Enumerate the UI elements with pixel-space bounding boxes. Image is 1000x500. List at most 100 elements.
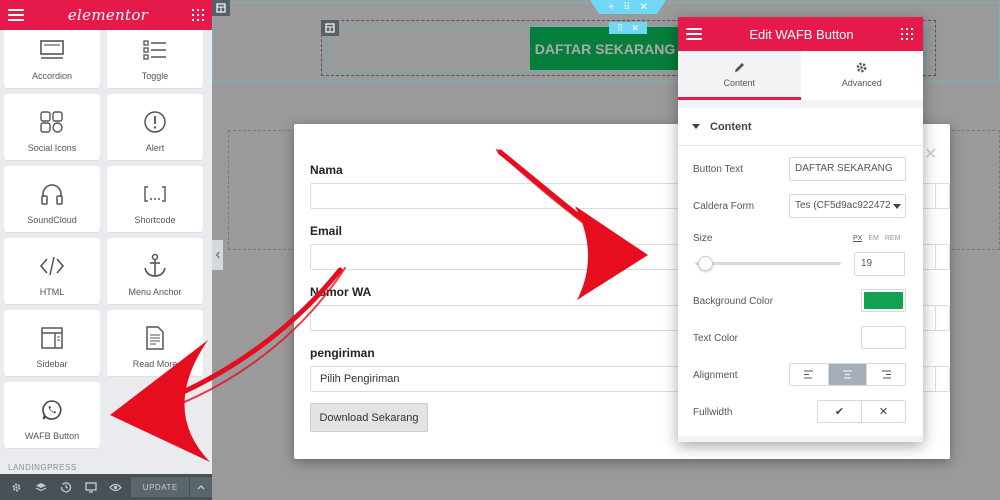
widgets-grid-icon[interactable]	[901, 28, 913, 40]
update-button[interactable]: UPDATE	[131, 477, 190, 497]
category-label[interactable]: LANDINGPRESS	[8, 463, 77, 472]
widget-handle[interactable]: ⠿ ✕	[609, 22, 647, 34]
tab-label: Advanced	[841, 77, 882, 88]
widget-label: Sidebar	[36, 359, 68, 369]
size-slider-handle[interactable]	[698, 256, 713, 271]
settings-icon[interactable]	[4, 474, 29, 500]
nomor-wa-input-edge[interactable]	[923, 305, 936, 331]
drag-handle-icon[interactable]: ⠿	[617, 23, 624, 34]
widget-accordion[interactable]: Accordion	[4, 22, 100, 88]
pengiriman-select-edge[interactable]	[923, 366, 936, 392]
unit-rem[interactable]: REM	[885, 235, 901, 242]
fullwidth-label: Fullwidth	[693, 407, 733, 418]
widget-alert[interactable]: Alert	[107, 94, 203, 160]
section-handle[interactable]: + ⠿ ✕	[590, 0, 666, 14]
text-color-picker[interactable]	[861, 326, 906, 349]
history-icon[interactable]	[54, 474, 79, 500]
delete-section-icon[interactable]: ✕	[639, 2, 647, 13]
field-label-email: Email	[310, 224, 343, 238]
align-center-icon	[843, 370, 852, 379]
hamburger-menu-icon[interactable]	[8, 9, 24, 21]
caldera-form-value: Tes (CF5d9ac922472	[795, 200, 891, 211]
panel-header: elementor	[0, 0, 212, 30]
widgets-grid-icon[interactable]	[192, 9, 204, 21]
panel-collapse-toggle[interactable]	[212, 240, 223, 270]
email-input-edge[interactable]	[923, 244, 936, 270]
align-left-button[interactable]	[790, 364, 829, 385]
unit-em[interactable]: EM	[868, 235, 879, 242]
content-section-toggle[interactable]: Content	[678, 108, 923, 146]
shortcode-icon	[142, 179, 168, 209]
dropdown-arrow-icon	[893, 204, 901, 209]
close-icon[interactable]: ✕	[924, 144, 937, 164]
alignment-choices	[789, 363, 906, 386]
size-label: Size	[693, 233, 713, 244]
chevron-left-icon	[215, 251, 220, 259]
tab-advanced[interactable]: Advanced	[800, 51, 923, 100]
text-color-swatch	[864, 329, 903, 346]
widget-toggle[interactable]: Toggle	[107, 22, 203, 88]
delete-widget-icon[interactable]: ✕	[632, 23, 640, 34]
edit-panel-title: Edit WAFB Button	[749, 26, 854, 42]
layers-icon[interactable]	[29, 474, 54, 500]
button-text-input[interactable]: DAFTAR SEKARANG	[789, 157, 906, 181]
background-color-picker[interactable]	[861, 289, 906, 312]
widget-grid: Accordion Toggle Social Icons Alert Soun…	[4, 22, 210, 448]
widget-menu-anchor[interactable]: Menu Anchor	[107, 238, 203, 304]
headphones-icon	[39, 179, 65, 209]
preview-eye-icon[interactable]	[104, 474, 129, 500]
fullwidth-no-button[interactable]: ✕	[862, 401, 905, 422]
panel-footer: UPDATE	[0, 474, 212, 500]
social-icons-icon	[39, 107, 65, 137]
widget-label: Menu Anchor	[128, 287, 182, 297]
widget-wafb-button[interactable]: WAFB Button	[4, 382, 100, 448]
sidebar-icon	[40, 323, 64, 353]
align-left-icon	[804, 370, 814, 379]
elementor-widget-panel: Accordion Toggle Social Icons Alert Soun…	[0, 0, 212, 500]
column-handle[interactable]	[212, 0, 230, 16]
caldera-form-select[interactable]: Tes (CF5d9ac922472	[789, 194, 906, 218]
widget-label: HTML	[39, 287, 65, 297]
hamburger-menu-icon[interactable]	[686, 28, 702, 40]
size-slider-track[interactable]	[695, 262, 841, 265]
size-number-input[interactable]: 19	[854, 252, 905, 276]
widget-shortcode[interactable]: Shortcode	[107, 166, 203, 232]
elementor-logo: elementor	[67, 6, 149, 24]
widget-read-more[interactable]: Read More	[107, 310, 203, 376]
tab-content[interactable]: Content	[678, 51, 801, 100]
caret-down-icon	[692, 124, 700, 129]
drag-handle-icon[interactable]: ⠿	[623, 2, 630, 13]
read-more-icon	[144, 323, 166, 353]
size-unit-switcher: PX EM REM	[853, 235, 900, 242]
nama-input-edge[interactable]	[923, 183, 936, 209]
widget-label: SoundCloud	[27, 215, 77, 225]
download-button[interactable]: Download Sekarang	[310, 403, 428, 432]
background-color-label: Background Color	[693, 296, 774, 307]
widget-label: Toggle	[141, 71, 169, 81]
unit-px[interactable]: PX	[853, 235, 862, 242]
widget-soundcloud[interactable]: SoundCloud	[4, 166, 100, 232]
code-icon	[39, 251, 65, 281]
widget-label: Shortcode	[134, 215, 176, 225]
text-color-label: Text Color	[693, 333, 739, 344]
align-center-button[interactable]	[828, 364, 868, 385]
add-section-icon[interactable]: +	[608, 2, 614, 13]
edit-widget-panel: Edit WAFB Button Content Advanced Conten…	[678, 17, 923, 442]
fullwidth-yes-button[interactable]: ✔	[818, 401, 862, 422]
inner-column-handle[interactable]	[321, 20, 339, 36]
widget-label: Alert	[145, 143, 165, 153]
caldera-form-label: Caldera Form	[693, 201, 755, 212]
align-right-icon	[881, 370, 891, 379]
background-color-swatch	[864, 292, 903, 309]
widget-sidebar[interactable]: Sidebar	[4, 310, 100, 376]
edit-panel-header: Edit WAFB Button	[678, 17, 923, 51]
wafb-button-preview[interactable]: DAFTAR SEKARANG	[530, 27, 680, 70]
widget-html[interactable]: HTML	[4, 238, 100, 304]
field-label-pengiriman: pengiriman	[310, 346, 375, 360]
align-right-button[interactable]	[867, 364, 905, 385]
responsive-mode-icon[interactable]	[79, 474, 104, 500]
widget-label: Read More	[132, 359, 178, 369]
save-options-button[interactable]	[190, 477, 212, 497]
widget-label: Social Icons	[27, 143, 77, 153]
widget-social-icons[interactable]: Social Icons	[4, 94, 100, 160]
